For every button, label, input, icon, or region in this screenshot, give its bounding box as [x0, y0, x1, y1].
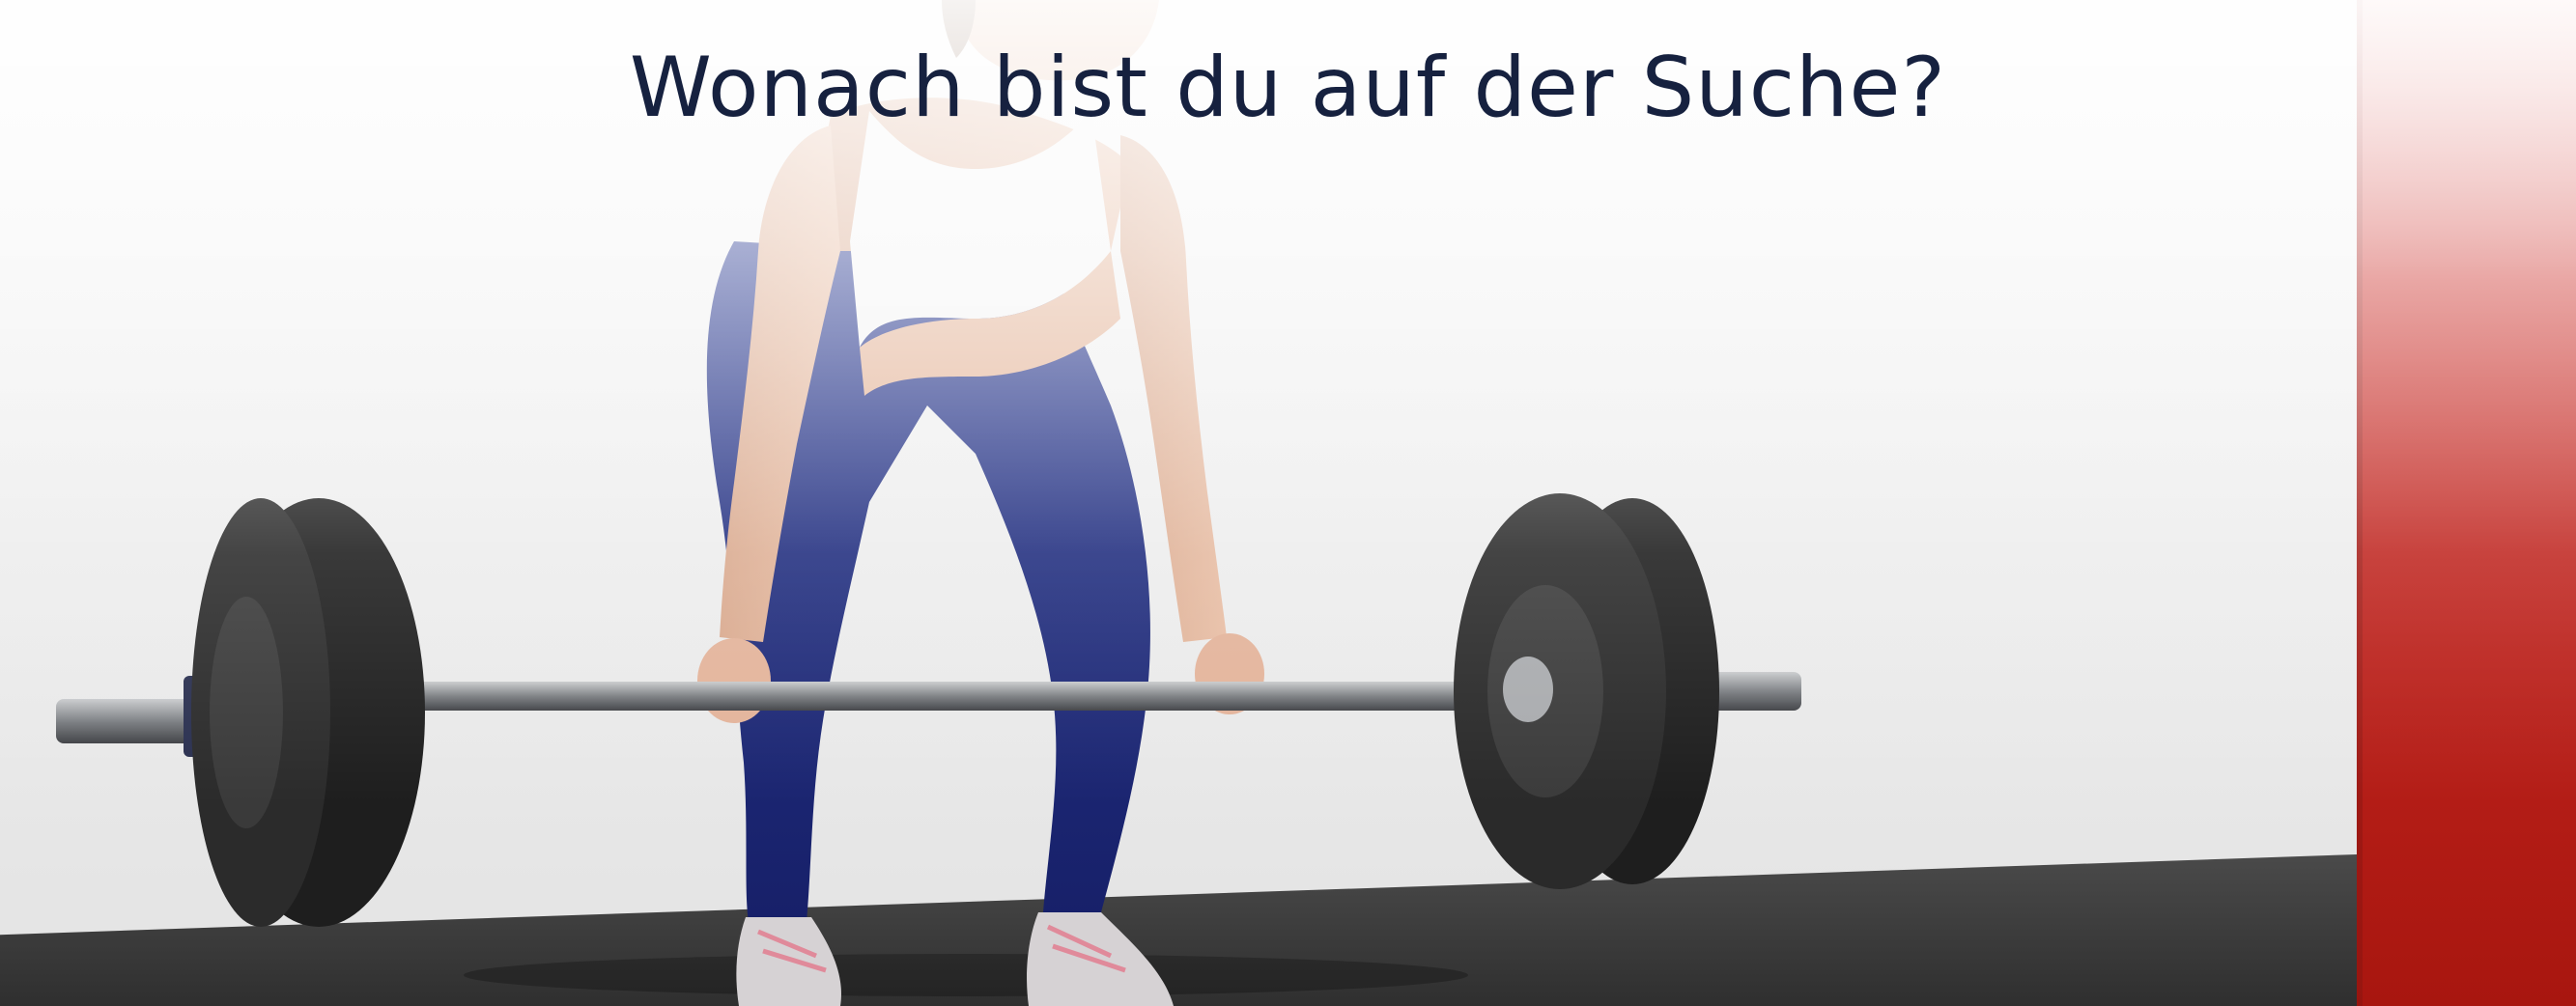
hero-section: Wonach bist du auf der Suche? [0, 0, 2576, 1006]
right-collar [1503, 657, 1553, 722]
left-plate-hub [210, 597, 283, 828]
left-shoe [736, 917, 841, 1006]
floor-shadow [464, 954, 1468, 996]
hero-title: Wonach bist du auf der Suche? [629, 40, 1947, 136]
deadlift-photo [56, 0, 1801, 1006]
